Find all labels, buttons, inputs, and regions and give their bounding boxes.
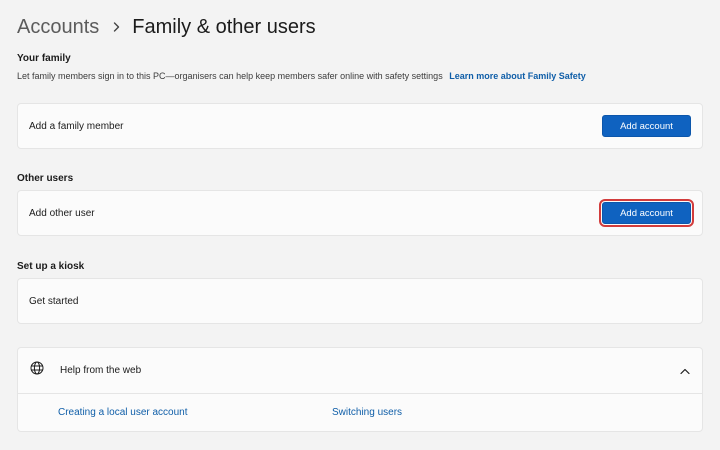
page-title: Family & other users: [132, 15, 316, 38]
globe-icon: [30, 361, 44, 380]
help-links: Creating a local user account Switching …: [18, 394, 702, 432]
breadcrumb-accounts[interactable]: Accounts: [17, 16, 99, 39]
your-family-description-text: Let family members sign in to this PC—or…: [17, 71, 443, 81]
chevron-up-icon[interactable]: [680, 362, 690, 380]
help-from-web-card: Help from the web Creating a local user …: [17, 347, 703, 432]
add-family-member-card: Add a family member Add account: [17, 103, 703, 149]
kiosk-heading: Set up a kiosk: [17, 261, 85, 272]
other-users-heading: Other users: [17, 173, 74, 184]
breadcrumb: Accounts Family & other users: [17, 13, 316, 41]
help-from-web-header[interactable]: Help from the web: [18, 348, 702, 394]
help-link-switching-users[interactable]: Switching users: [332, 407, 402, 418]
learn-more-family-safety-link[interactable]: Learn more about Family Safety: [449, 71, 586, 81]
add-other-user-label: Add other user: [29, 207, 95, 219]
kiosk-get-started-label: Get started: [29, 295, 79, 307]
add-family-account-button[interactable]: Add account: [602, 115, 691, 137]
help-from-web-title: Help from the web: [60, 365, 142, 376]
settings-page: Accounts Family & other users Your famil…: [0, 0, 720, 450]
chevron-right-icon: [113, 22, 120, 32]
add-other-user-account-button[interactable]: Add account: [599, 199, 694, 227]
your-family-description: Let family members sign in to this PC—or…: [17, 71, 586, 81]
your-family-heading: Your family: [17, 53, 71, 64]
kiosk-card[interactable]: Get started: [17, 278, 703, 324]
add-family-member-label: Add a family member: [29, 120, 124, 132]
help-link-creating-local-account[interactable]: Creating a local user account: [58, 407, 188, 418]
add-other-user-card: Add other user Add account: [17, 190, 703, 236]
